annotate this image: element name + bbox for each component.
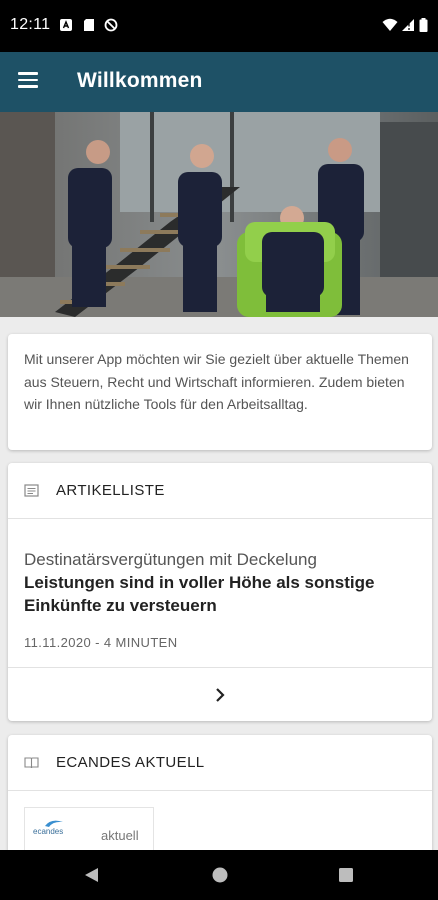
chevron-right-icon bbox=[216, 688, 225, 702]
hero-image bbox=[0, 112, 438, 317]
blocked-icon bbox=[104, 18, 118, 32]
status-bar: 12:11 bbox=[0, 0, 438, 52]
signal-icon bbox=[402, 19, 414, 31]
intro-text: Mit unserer App möchten wir Sie gezielt … bbox=[24, 351, 409, 412]
home-icon[interactable] bbox=[211, 866, 229, 884]
thumb-logo-text: ecandes bbox=[33, 827, 64, 836]
notification-a-icon bbox=[60, 19, 72, 31]
list-icon bbox=[24, 484, 39, 497]
sd-card-icon bbox=[84, 19, 94, 31]
article-list-title: ARTIKELLISTE bbox=[56, 482, 165, 499]
book-icon bbox=[24, 757, 39, 769]
status-time: 12:11 bbox=[10, 16, 51, 33]
page-title: Willkommen bbox=[77, 69, 203, 92]
aktuell-header[interactable]: ECANDES AKTUELL bbox=[8, 735, 432, 791]
next-article-button[interactable] bbox=[198, 677, 242, 713]
team-photo bbox=[0, 112, 438, 317]
article-list-card: ARTIKELLISTE Destinatärsvergütungen mit … bbox=[8, 463, 432, 721]
app-bar: Willkommen bbox=[0, 52, 438, 112]
thumb-title: aktuell bbox=[101, 828, 139, 843]
intro-card: Mit unserer App möchten wir Sie gezielt … bbox=[8, 334, 432, 450]
battery-icon bbox=[419, 18, 428, 32]
aktuell-title: ECANDES AKTUELL bbox=[56, 754, 205, 771]
menu-button[interactable] bbox=[16, 68, 44, 96]
article-list-header[interactable]: ARTIKELLISTE bbox=[8, 463, 432, 519]
article-meta: 11.11.2020 - 4 MINUTEN bbox=[24, 635, 178, 650]
hamburger-icon bbox=[18, 72, 38, 75]
recents-icon[interactable] bbox=[337, 866, 355, 884]
divider bbox=[8, 667, 432, 668]
article-subtitle: Destinatärsvergütungen mit Deckelung bbox=[24, 550, 317, 569]
wifi-icon bbox=[382, 18, 398, 31]
article-title: Leistungen sind in voller Höhe als sonst… bbox=[24, 573, 375, 615]
system-nav-bar bbox=[0, 850, 438, 900]
back-icon[interactable] bbox=[83, 866, 101, 884]
